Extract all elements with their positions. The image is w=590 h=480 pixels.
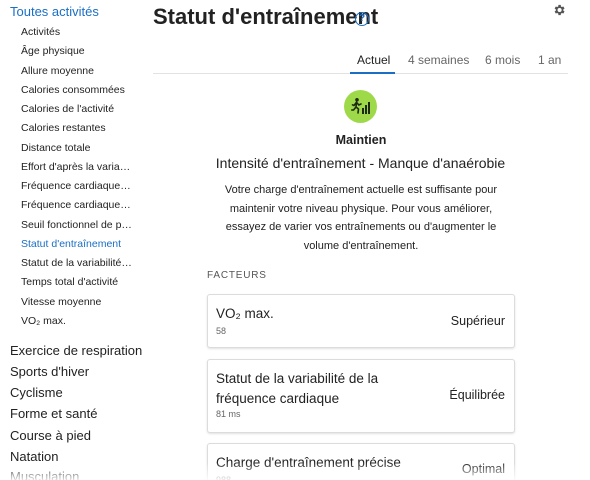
sidebar-item-activity-calories[interactable]: Calories de l'activité	[21, 103, 133, 116]
sidebar-section-breathwork[interactable]: Exercice de respiration	[10, 343, 142, 358]
factor-value: 58	[216, 326, 227, 336]
sidebar-item-total-activity-time[interactable]: Temps total d'activité	[21, 276, 133, 289]
factor-name: Charge d'entraînement précise	[216, 455, 401, 470]
sidebar-item-hrv-stress[interactable]: Effort d'après la variabilité de la fréq…	[21, 161, 133, 174]
sidebar-item-total-distance[interactable]: Distance totale	[21, 142, 133, 155]
factor-card-vo2-max[interactable]: VO₂ max. 58 Supérieur	[207, 294, 515, 348]
sidebar-section-winter-sports[interactable]: Sports d'hiver	[10, 364, 89, 379]
sidebar-item-training-status[interactable]: Statut d'entraînement	[21, 238, 133, 251]
status-description: Votre charge d'entraînement actuelle est…	[224, 184, 498, 252]
sidebar-item-fitness-age[interactable]: Âge physique	[21, 45, 133, 58]
sidebar-item-avg-hr[interactable]: Fréquence cardiaque moyenne	[21, 199, 133, 212]
sidebar-item-activities[interactable]: Activités	[21, 26, 133, 39]
sidebar-section-running[interactable]: Course à pied	[10, 428, 91, 443]
maintaining-runner-icon	[344, 90, 377, 123]
tab-1-year[interactable]: 1 an	[538, 53, 561, 67]
sidebar-item-ftp[interactable]: Seuil fonctionnel de puissance	[21, 219, 133, 232]
sidebar-section-fitness[interactable]: Forme et santé	[10, 406, 97, 421]
sidebar-item-hrv-status[interactable]: Statut de la variabilité de la fréquence…	[21, 257, 133, 270]
sidebar-item-avg-speed[interactable]: Vitesse moyenne	[21, 296, 133, 309]
sidebar-item-resting-hr[interactable]: Fréquence cardiaque au repos	[21, 180, 133, 193]
factor-name: VO₂ max.	[216, 306, 274, 321]
factors-heading: FACTEURS	[207, 270, 267, 281]
status-label: Maintien	[335, 133, 387, 147]
factor-value: 81 ms	[216, 409, 241, 419]
tab-4-weeks[interactable]: 4 semaines	[408, 53, 469, 67]
factor-rating: Optimal	[461, 462, 505, 476]
factor-name: Statut de la variabilité de la fréquence…	[216, 371, 379, 406]
sidebar: Toutes activités Activités Âge physique …	[0, 0, 142, 480]
sidebar-item-vo2-max[interactable]: VO₂ max.	[21, 315, 133, 328]
factor-rating: Équilibrée	[449, 388, 505, 402]
tab-6-months[interactable]: 6 mois	[485, 53, 520, 67]
page-title: Statut d'entraînement	[153, 4, 379, 29]
help-icon[interactable]: ?	[355, 12, 369, 26]
sidebar-item-avg-pace[interactable]: Allure moyenne	[21, 65, 133, 78]
sidebar-item-remaining-calories[interactable]: Calories restantes	[21, 122, 133, 135]
sidebar-section-cycling[interactable]: Cyclisme	[10, 385, 63, 400]
sidebar-item-calories-burned[interactable]: Calories consommées	[21, 84, 133, 97]
active-tab-indicator	[350, 72, 395, 74]
status-subtitle: Intensité d'entraînement - Manque d'anaé…	[215, 155, 506, 171]
tab-current[interactable]: Actuel	[357, 53, 390, 67]
factor-rating: Supérieur	[450, 314, 505, 328]
sidebar-section-swimming[interactable]: Natation	[10, 449, 58, 464]
factor-card-hrv-status[interactable]: Statut de la variabilité de la fréquence…	[207, 359, 515, 433]
factor-card-acute-load[interactable]: Charge d'entraînement précise 988 Optima…	[207, 443, 515, 480]
sidebar-section-strength[interactable]: Musculation	[10, 469, 79, 480]
sidebar-section-all-activities[interactable]: Toutes activités	[10, 4, 99, 19]
gear-icon[interactable]	[552, 3, 566, 17]
factor-value: 988	[216, 475, 232, 480]
